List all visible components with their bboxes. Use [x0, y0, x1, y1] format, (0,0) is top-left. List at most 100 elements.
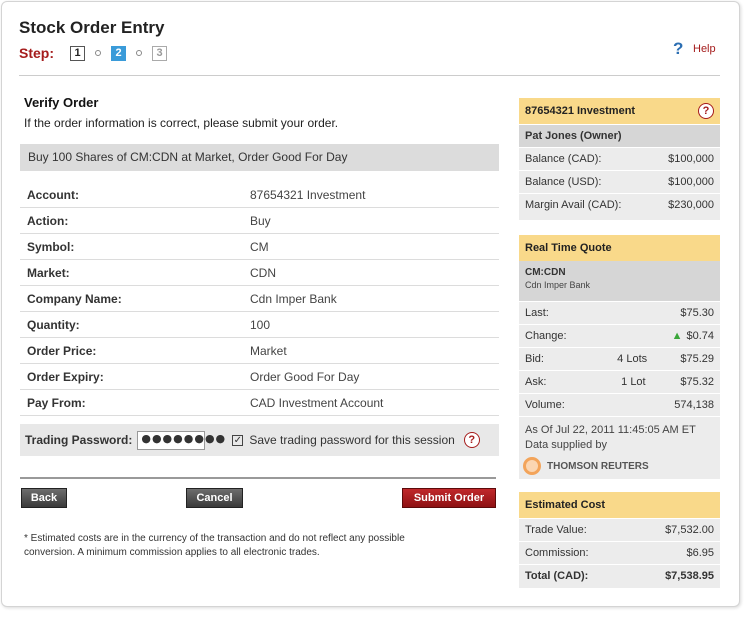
balance-label: Balance (USD):	[525, 176, 602, 188]
quote-change-row: Change: ▲ $0.74	[519, 324, 720, 347]
help-label: Help	[693, 42, 716, 55]
account-help-icon[interactable]: ?	[698, 103, 714, 119]
cancel-button[interactable]: Cancel	[186, 488, 243, 508]
detail-label: Symbol:	[27, 239, 75, 254]
detail-row-market: Market: CDN	[20, 260, 499, 286]
footnote: * Estimated costs are in the currency of…	[24, 533, 405, 558]
quote-symbol-block: CM:CDN Cdn Imper Bank	[519, 261, 720, 301]
detail-row-pay-from: Pay From: CAD Investment Account	[20, 390, 499, 416]
save-password-label[interactable]: Save trading password for this session	[249, 433, 454, 447]
detail-label: Market:	[27, 265, 70, 280]
detail-value: Order Good For Day	[250, 369, 360, 384]
balance-row: Margin Avail (CAD): $230,000	[519, 193, 720, 216]
arrow-up-icon: ▲	[671, 330, 683, 342]
trading-password-input[interactable]: ●●●●●●●●	[137, 430, 225, 450]
page-title: Stock Order Entry	[19, 18, 165, 37]
quote-company: Cdn Imper Bank	[525, 280, 591, 290]
detail-label: Action:	[27, 213, 69, 228]
detail-label: Quantity:	[27, 317, 80, 332]
cost-label: Total (CAD):	[525, 570, 589, 582]
save-password-checkbox[interactable]: ✓	[232, 434, 244, 446]
quote-ask-row: Ask: 1 Lot $75.32	[519, 370, 720, 393]
password-help-icon[interactable]: ?	[463, 432, 480, 448]
quote-label: Change:	[525, 330, 567, 342]
quote-label: Last:	[525, 307, 549, 319]
divider	[19, 75, 720, 76]
bid-lots: 4 Lots	[617, 353, 648, 365]
balance-value: $230,000	[668, 199, 714, 211]
cost-value: $6.95	[686, 547, 714, 559]
account-panel: 87654321 Investment ? Pat Jones (Owner) …	[519, 98, 720, 220]
quote-value: $75.29	[680, 353, 714, 365]
quote-timestamp: As Of Jul 22, 2011 11:45:05 AM ET Data s…	[519, 416, 720, 453]
verify-subtitle: If the order information is correct, ple…	[24, 116, 339, 130]
detail-label: Order Expiry:	[27, 369, 104, 384]
step-label: Step:	[19, 45, 54, 61]
ask-lots: 1 Lot	[621, 376, 646, 388]
balance-value: $100,000	[668, 153, 714, 165]
quote-value: $75.30	[680, 307, 714, 319]
detail-label: Account:	[27, 187, 79, 202]
step-3: 3	[152, 45, 167, 61]
as-of-text: As Of Jul 22, 2011 11:45:05 AM ET	[525, 424, 696, 436]
step-1[interactable]: 1	[70, 45, 85, 61]
quote-panel: Real Time Quote CM:CDN Cdn Imper Bank La…	[519, 235, 720, 479]
commission-row: Commission: $6.95	[519, 541, 720, 564]
quote-value: $0.74	[686, 330, 714, 342]
detail-value: Cdn Imper Bank	[250, 291, 337, 306]
order-details-table: Account: 87654321 Investment Action: Buy S…	[20, 182, 499, 416]
account-panel-header: 87654321 Investment ?	[519, 98, 720, 124]
verify-heading: Verify Order	[24, 95, 99, 110]
provider-name: THOMSON REUTERS	[547, 460, 649, 472]
detail-row-action: Action: Buy	[20, 208, 499, 234]
cost-value: $7,532.00	[665, 524, 714, 536]
quote-value: 574,138	[674, 399, 714, 411]
trading-password-label: Trading Password:	[25, 433, 133, 447]
back-button[interactable]: Back	[21, 488, 67, 508]
detail-value: Market	[250, 343, 287, 358]
detail-value: CM	[250, 239, 269, 254]
balance-label: Margin Avail (CAD):	[525, 199, 622, 211]
estimated-cost-panel: Estimated Cost Trade Value: $7,532.00 Com…	[519, 492, 720, 588]
quote-label: Volume:	[525, 399, 565, 411]
total-row: Total (CAD): $7,538.95	[519, 564, 720, 587]
trade-value-row: Trade Value: $7,532.00	[519, 518, 720, 541]
help-link[interactable]: ? Help	[673, 40, 716, 57]
detail-value: Buy	[250, 213, 271, 228]
detail-row-quantity: Quantity: 100	[20, 312, 499, 338]
supplied-by-text: Data supplied by	[525, 439, 607, 451]
cost-value: $7,538.95	[665, 570, 714, 582]
thomson-reuters-logo-icon	[523, 457, 541, 475]
order-summary: Buy 100 Shares of CM:CDN at Market, Orde…	[20, 144, 499, 171]
account-owner: Pat Jones (Owner)	[519, 124, 720, 147]
cost-label: Trade Value:	[525, 524, 587, 536]
step-separator	[95, 50, 101, 56]
detail-label: Pay From:	[27, 395, 86, 410]
detail-label: Company Name:	[27, 291, 122, 306]
detail-row-company: Company Name: Cdn Imper Bank	[20, 286, 499, 312]
quote-symbol: CM:CDN	[525, 267, 566, 278]
step-2-current: 2	[111, 45, 126, 61]
quote-panel-header: Real Time Quote	[519, 235, 720, 261]
submit-order-button[interactable]: Submit Order	[402, 488, 496, 508]
quote-volume-row: Volume: 574,138	[519, 393, 720, 416]
step-indicator: Step: 1 2 3	[19, 45, 167, 61]
cost-panel-header: Estimated Cost	[519, 492, 720, 518]
detail-label: Order Price:	[27, 343, 97, 358]
question-icon: ?	[673, 39, 684, 58]
balance-label: Balance (CAD):	[525, 153, 602, 165]
balance-row: Balance (USD): $100,000	[519, 170, 720, 193]
cost-label: Commission:	[525, 547, 589, 559]
owner-name: Pat Jones (Owner)	[525, 130, 622, 142]
detail-row-account: Account: 87654321 Investment	[20, 182, 499, 208]
data-provider: THOMSON REUTERS	[519, 453, 720, 481]
divider	[20, 477, 496, 479]
trading-password-bar: Trading Password: ●●●●●●●● ✓ Save tradin…	[20, 424, 499, 456]
quote-label: Ask:	[525, 376, 547, 388]
detail-row-symbol: Symbol: CM	[20, 234, 499, 260]
detail-value: CDN	[250, 265, 276, 280]
detail-row-expiry: Order Expiry: Order Good For Day	[20, 364, 499, 390]
account-panel-title: 87654321 Investment	[525, 105, 636, 117]
balance-row: Balance (CAD): $100,000	[519, 147, 720, 170]
detail-value: 100	[250, 317, 271, 332]
